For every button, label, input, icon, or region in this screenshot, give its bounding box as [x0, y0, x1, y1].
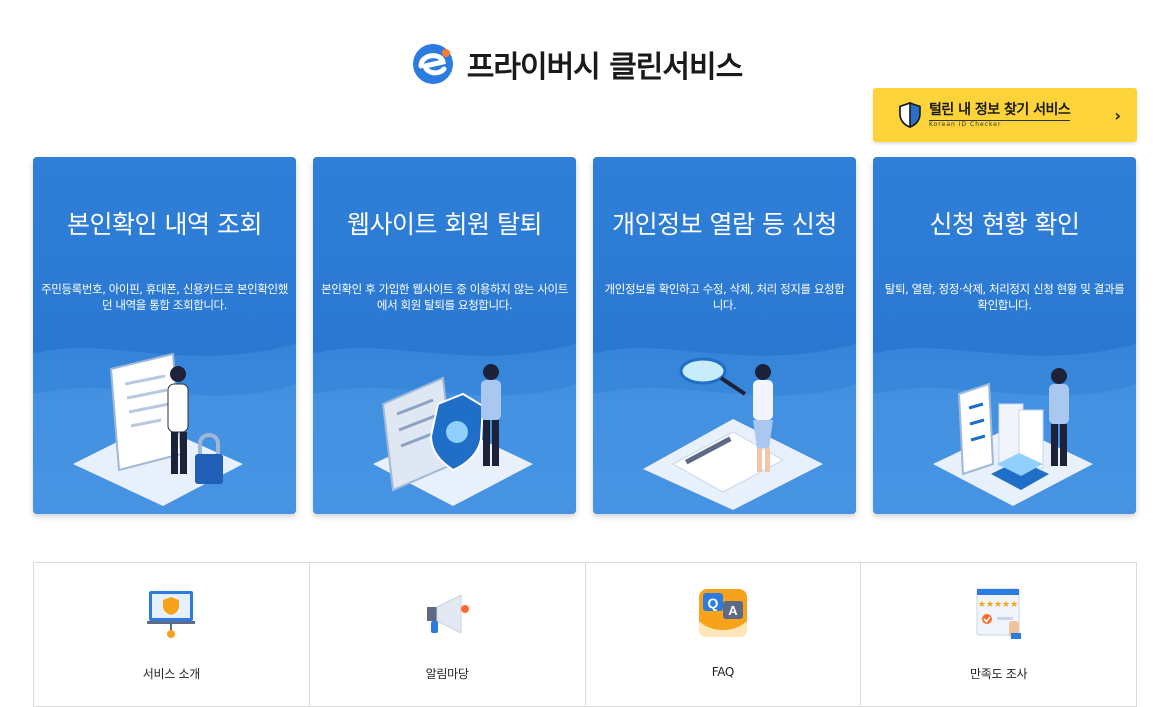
card-title: 본인확인 내역 조회 — [67, 210, 262, 239]
magnifier-illustration — [593, 344, 856, 514]
menu-label: 알림마당 — [425, 667, 469, 681]
megaphone-icon — [427, 594, 470, 634]
card-title: 웹사이트 회원 탈퇴 — [347, 210, 542, 239]
card-request-status[interactable]: 신청 현황 확인 탈퇴, 열람, 정정·삭제, 처리정지 신청 현황 및 결과를… — [873, 157, 1136, 514]
leak-check-button[interactable]: 털린 내 정보 찾기 서비스 Korean ID Checker › — [873, 88, 1137, 142]
menu-faq[interactable]: Q A FAQ — [586, 563, 862, 706]
service-cards: 본인확인 내역 조회 주민등록번호, 아이핀, 휴대폰, 신용카드로 본인확인했… — [33, 157, 1137, 514]
card-website-withdrawal[interactable]: 웹사이트 회원 탈퇴 본인확인 후 가입한 웹사이트 중 이용하지 않는 사이트… — [313, 157, 576, 514]
site-header: 프라이버시 클린서비스 — [0, 36, 1153, 92]
svg-text:Q: Q — [707, 595, 718, 611]
menu-notice[interactable]: 알림마당 — [310, 563, 586, 706]
e-logo-icon[interactable] — [411, 42, 455, 86]
menu-label: 서비스 소개 — [142, 667, 201, 681]
card-description: 탈퇴, 열람, 정정·삭제, 처리정지 신청 현황 및 결과를 확인합니다. — [884, 282, 1125, 312]
laptop-shield-illustration — [313, 344, 576, 514]
rating-icon: ★★★★★ — [976, 588, 1021, 639]
leak-check-sublabel: Korean ID Checker — [929, 119, 1071, 128]
menu-survey[interactable]: ★★★★★ 만족도 조사 — [861, 563, 1136, 706]
bottom-menu: 서비스 소개 알림마당 Q A FAQ ★★★★★ 만족도 조사 — [33, 562, 1137, 707]
menu-label: 만족도 조사 — [970, 667, 1028, 681]
site-title[interactable]: 프라이버시 클린서비스 — [467, 42, 743, 86]
card-title: 신청 현황 확인 — [929, 210, 1080, 239]
presentation-icon — [147, 591, 196, 638]
card-privacy-request[interactable]: 개인정보 열람 등 신청 개인정보를 확인하고 수정, 삭제, 처리 정지를 요… — [593, 157, 856, 514]
card-description: 본인확인 후 가입한 웹사이트 중 이용하지 않는 사이트에서 회원 탈퇴를 요… — [321, 282, 568, 312]
card-title: 개인정보 열람 등 신청 — [612, 210, 837, 239]
shield-icon — [899, 102, 921, 128]
leak-check-label: 털린 내 정보 찾기 서비스 — [929, 101, 1071, 118]
card-description: 주민등록번호, 아이핀, 휴대폰, 신용카드로 본인확인했던 내역을 통합 조회… — [41, 282, 288, 312]
chevron-right-icon: › — [1114, 105, 1121, 125]
svg-text:A: A — [728, 603, 738, 618]
menu-service-intro[interactable]: 서비스 소개 — [34, 563, 310, 706]
qa-icon: Q A — [698, 589, 747, 637]
card-description: 개인정보를 확인하고 수정, 삭제, 처리 정지를 요청합니다. — [604, 282, 845, 312]
card-identity-history[interactable]: 본인확인 내역 조회 주민등록번호, 아이핀, 휴대폰, 신용카드로 본인확인했… — [33, 157, 296, 514]
leak-check-text: 털린 내 정보 찾기 서비스 Korean ID Checker — [929, 101, 1071, 128]
checklist-illustration — [873, 344, 1136, 514]
document-lock-illustration — [33, 344, 296, 514]
menu-label: FAQ — [711, 665, 735, 679]
svg-text:★★★★★: ★★★★★ — [977, 600, 1017, 610]
